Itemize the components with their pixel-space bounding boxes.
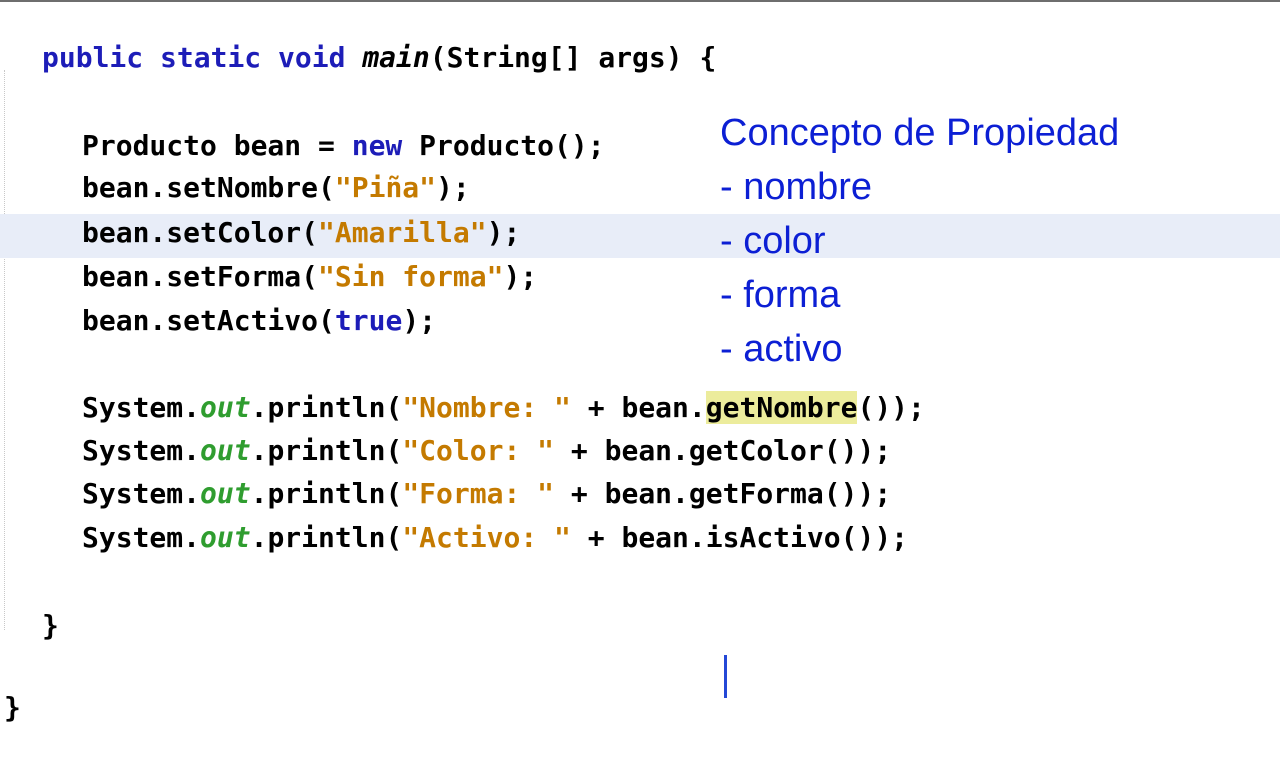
code-println: .println( [250,391,403,424]
method-name: main [362,41,430,74]
annotation-item-forma: - forma [720,274,841,316]
annotation-note: Concepto de Propiedad - nombre - color -… [720,106,1119,376]
code-line-print-nombre[interactable]: System.out.println("Nombre: " + bean.get… [82,388,925,428]
method-params: (String[] args) { [429,41,717,74]
code-line-print-forma[interactable]: System.out.println("Forma: " + bean.getF… [82,474,891,514]
code-system: System. [82,434,201,467]
annotation-title: Concepto de Propiedad [720,112,1120,154]
code-lhs: Producto bean = [82,129,352,162]
code-plus: + bean. [554,477,689,510]
code-system: System. [82,477,201,510]
getter-name: getForma [688,477,824,510]
code-println: .println( [250,521,403,554]
code-end: ); [402,304,437,337]
keyword-static: static [160,41,262,74]
code-end: ); [486,216,521,249]
annotation-item-nombre: - nombre [720,166,873,208]
code-call: bean.setForma( [82,260,319,293]
code-line-close-method[interactable]: } [42,606,59,646]
keyword-void: void [278,41,346,74]
code-line-set-forma[interactable]: bean.setForma("Sin forma"); [82,257,537,297]
string-literal: "Amarilla" [318,216,487,249]
editor-top-border [0,0,1280,2]
static-field-out: out [200,521,251,554]
code-plus: + bean. [554,434,689,467]
code-system: System. [82,521,201,554]
string-literal: "Forma: " [402,477,555,510]
code-end: ()); [857,391,925,424]
annotation-item-activo: - activo [720,328,843,370]
indent-guide [4,70,5,630]
static-field-out: out [200,434,251,467]
code-line-set-nombre[interactable]: bean.setNombre("Piña"); [82,168,470,208]
code-rhs: Producto(); [402,129,605,162]
string-literal: "Color: " [402,434,555,467]
annotation-item-color: - color [720,220,826,262]
code-println: .println( [250,434,403,467]
code-call: bean.setActivo( [82,304,335,337]
code-line-print-activo[interactable]: System.out.println("Activo: " + bean.isA… [82,518,908,558]
getter-name: getColor [688,434,824,467]
code-end: ()); [823,434,892,467]
code-end: ); [503,260,538,293]
keyword-true: true [334,304,403,337]
code-line-set-activo[interactable]: bean.setActivo(true); [82,301,436,341]
code-end: ); [436,171,470,204]
code-println: .println( [250,477,403,510]
keyword-public: public [42,41,144,74]
string-literal: "Nombre: " [402,391,571,424]
code-system: System. [82,391,201,424]
code-end: ()); [823,477,892,510]
code-line-close-class[interactable]: } [4,688,21,728]
string-literal: "Activo: " [402,521,571,554]
static-field-out: out [200,477,251,510]
text-cursor [724,655,727,698]
string-literal: "Piña" [334,171,437,204]
code-line-print-color[interactable]: System.out.println("Color: " + bean.getC… [82,431,891,471]
code-plus: + bean. [570,521,706,554]
code-end: ()); [840,521,909,554]
static-field-out: out [200,391,251,424]
getter-name: isActivo [705,521,841,554]
code-line-new-producto[interactable]: Producto bean = new Producto(); [82,126,605,166]
code-line-set-color[interactable]: bean.setColor("Amarilla"); [82,213,520,253]
string-literal: "Sin forma" [318,260,504,293]
code-line-method-signature[interactable]: public static void main(String[] args) { [42,38,716,78]
keyword-new: new [351,129,403,162]
code-call: bean.setColor( [82,216,319,249]
getter-occurrence-highlight: getNombre [705,391,858,424]
code-plus: + bean. [570,391,706,424]
code-call: bean.setNombre( [82,171,335,204]
